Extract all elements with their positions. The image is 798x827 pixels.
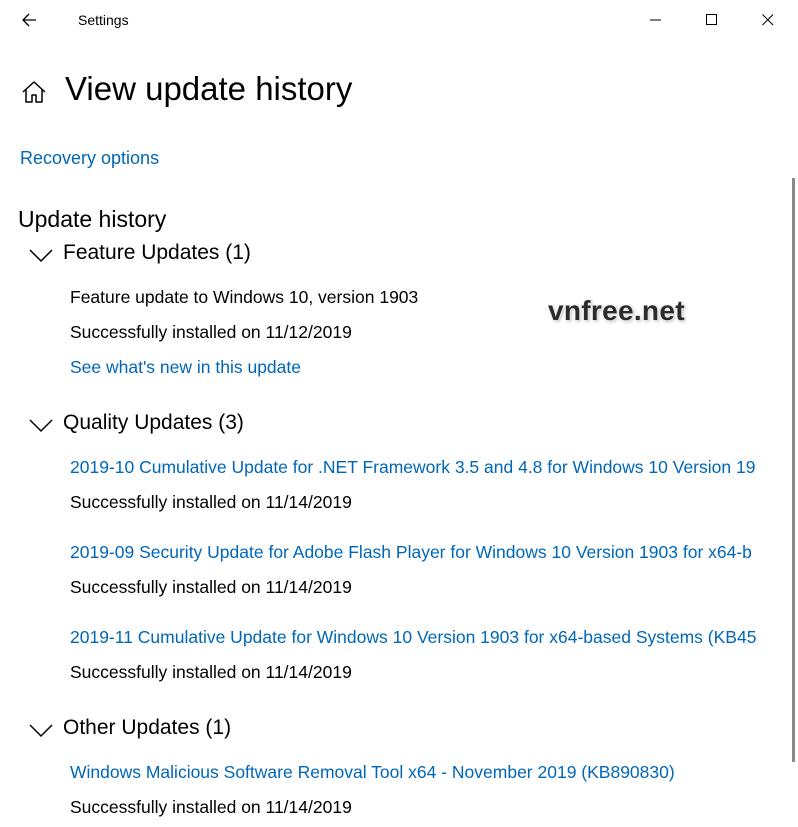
page-title: View update history (65, 70, 353, 107)
quality-update-link-2[interactable]: 2019-09 Security Update for Adobe Flash … (70, 542, 778, 563)
other-updates-title: Other Updates (1) (63, 716, 232, 739)
feature-update-name: Feature update to Windows 10, version 19… (70, 287, 419, 307)
back-arrow-icon (22, 13, 36, 27)
chevron-down-icon (29, 249, 53, 263)
update-history-heading: Update history (18, 206, 167, 232)
feature-update-status: Successfully installed on 11/12/2019 (70, 322, 352, 342)
watermark: vnfree.net (548, 295, 685, 326)
quality-updates-title: Quality Updates (3) (63, 411, 244, 434)
feature-updates-title: Feature Updates (1) (63, 241, 251, 264)
quality-updates-toggle[interactable]: Quality Updates (3) (29, 411, 269, 441)
home-icon[interactable] (21, 80, 47, 104)
back-button[interactable] (14, 6, 46, 34)
close-icon (762, 14, 774, 26)
other-update-link-1[interactable]: Windows Malicious Software Removal Tool … (70, 762, 675, 783)
quality-update-link-1[interactable]: 2019-10 Cumulative Update for .NET Frame… (70, 457, 778, 478)
minimize-icon (650, 19, 661, 21)
quality-update-status-2: Successfully installed on 11/14/2019 (70, 577, 352, 597)
close-button[interactable] (745, 0, 791, 40)
scrollbar-thumb[interactable] (792, 178, 795, 762)
minimize-button[interactable] (633, 0, 679, 40)
recovery-options-link[interactable]: Recovery options (20, 148, 159, 169)
quality-update-link-3[interactable]: 2019-11 Cumulative Update for Windows 10… (70, 627, 778, 648)
see-whats-new-link[interactable]: See what's new in this update (70, 357, 301, 378)
app-title: Settings (78, 12, 129, 28)
other-updates-toggle[interactable]: Other Updates (1) (29, 716, 269, 746)
title-bar: Settings (0, 0, 798, 40)
quality-update-status-1: Successfully installed on 11/14/2019 (70, 492, 352, 512)
other-update-status-1: Successfully installed on 11/14/2019 (70, 797, 352, 817)
maximize-icon (706, 14, 717, 25)
chevron-down-icon (29, 419, 53, 433)
feature-updates-toggle[interactable]: Feature Updates (1) (29, 241, 269, 271)
quality-update-status-3: Successfully installed on 11/14/2019 (70, 662, 352, 682)
maximize-button[interactable] (689, 0, 735, 40)
chevron-down-icon (29, 724, 53, 738)
